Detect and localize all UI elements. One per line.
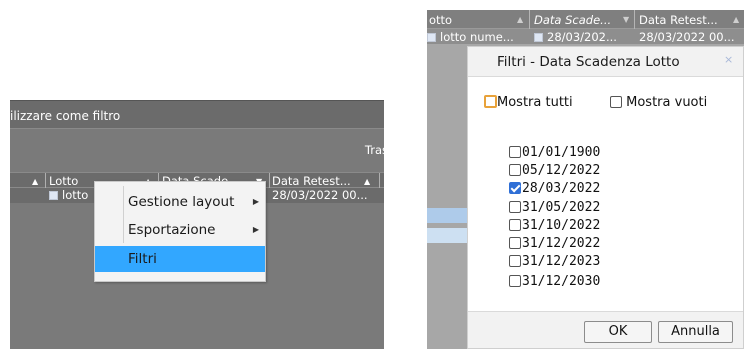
cell-data-scadenza-text: 28/03/202...	[547, 30, 617, 44]
dialog-title: Filtri - Data Scadenza Lotto	[497, 54, 680, 70]
column-header-lotto[interactable]: otto	[429, 13, 452, 27]
sort-asc-icon[interactable]: ▲	[733, 15, 739, 24]
sort-asc-icon[interactable]: ▲	[32, 175, 38, 189]
column-separator[interactable]	[634, 10, 635, 29]
cell-lotto-text: lotto	[62, 188, 89, 202]
column-header-lotto[interactable]: Lotto	[49, 174, 78, 188]
date-label: 01/01/1900	[522, 145, 601, 160]
date-label: 31/10/2022	[522, 218, 601, 233]
column-header-data-retest[interactable]: Data Retest...	[272, 174, 351, 188]
checkbox-icon[interactable]	[509, 201, 521, 213]
column-separator[interactable]	[269, 173, 270, 189]
show-empty-label: Mostra vuoti	[626, 95, 708, 110]
checkbox-icon[interactable]	[509, 275, 521, 287]
row-stripe	[427, 228, 467, 243]
checkbox-icon[interactable]	[509, 219, 521, 231]
dialog-titlebar[interactable]: Filtri - Data Scadenza Lotto ×	[468, 47, 743, 77]
date-label: 31/12/2030	[522, 274, 601, 289]
show-all-label: Mostra tutti	[497, 95, 573, 110]
date-label: 28/03/2022	[522, 181, 601, 196]
cell-lotto: lotto	[49, 188, 88, 203]
screenshot-stage: ilizzare come filtro Tras ▲ Lotto ▲ Data…	[0, 0, 744, 349]
grid-header: otto ▲ Data Scade... ▼ Data Retest... ▲	[427, 10, 744, 29]
column-header-data-scadenza[interactable]: Data Scade...	[534, 13, 611, 27]
menu-item-label: Filtri	[128, 251, 157, 267]
expand-icon[interactable]	[49, 191, 58, 200]
cancel-button[interactable]: Annulla	[658, 321, 733, 343]
show-all-checkbox[interactable]: Mostra tutti	[484, 95, 573, 110]
cell-data-retest: 28/03/2022 00...	[272, 188, 368, 202]
checkbox-icon[interactable]	[509, 255, 521, 267]
close-icon[interactable]: ×	[724, 53, 733, 66]
date-filter-item[interactable]: 28/03/2022	[509, 180, 600, 198]
expand-icon[interactable]	[427, 33, 436, 42]
date-label: 31/12/2022	[522, 236, 601, 251]
show-empty-checkbox[interactable]: Mostra vuoti	[610, 95, 707, 110]
sort-asc-icon[interactable]: ▲	[364, 175, 370, 189]
checkbox-icon[interactable]	[509, 164, 521, 176]
ok-button[interactable]: OK	[584, 321, 652, 343]
menu-item-filtri[interactable]: Filtri	[95, 246, 265, 272]
filter-dialog: Filtri - Data Scadenza Lotto × Mostra tu…	[467, 46, 744, 349]
date-filter-item[interactable]: 01/01/1900	[509, 144, 600, 162]
menu-item-label: Gestione layout	[128, 194, 235, 210]
column-header-data-retest[interactable]: Data Retest...	[639, 13, 718, 27]
date-label: 31/05/2022	[522, 200, 601, 215]
date-label: 05/12/2022	[522, 163, 601, 178]
menu-item-esportazione[interactable]: Esportazione ▶	[95, 217, 265, 243]
sort-asc-icon[interactable]: ▲	[517, 15, 523, 24]
dialog-footer: OK Annulla	[468, 311, 743, 348]
row-stripe	[427, 208, 467, 223]
cell-data-scadenza: 28/03/202...	[534, 30, 617, 44]
submenu-arrow-icon: ▶	[252, 225, 259, 234]
column-separator[interactable]	[379, 173, 380, 189]
cell-data-retest: 28/03/2022 00...	[639, 30, 735, 44]
checkbox-checked-icon[interactable]	[509, 182, 521, 194]
menu-item-label: Esportazione	[128, 222, 216, 238]
column-separator[interactable]	[529, 10, 530, 29]
date-filter-item[interactable]: 05/12/2022	[509, 162, 600, 180]
checkbox-icon[interactable]	[610, 96, 622, 108]
column-separator[interactable]	[45, 173, 46, 189]
sort-desc-icon[interactable]: ▼	[623, 15, 629, 24]
date-filter-item[interactable]: 31/10/2022	[509, 217, 600, 235]
date-filter-item[interactable]: 31/12/2030	[509, 273, 600, 291]
cell-lotto: lotto nume...	[427, 30, 514, 44]
expand-icon[interactable]	[534, 33, 543, 42]
checkbox-icon[interactable]	[484, 95, 497, 108]
date-label: 31/12/2023	[522, 254, 601, 269]
filter-hint-text: ilizzare come filtro	[10, 109, 121, 123]
submenu-arrow-icon: ▶	[252, 197, 259, 206]
date-filter-item[interactable]: 31/12/2022	[509, 235, 600, 253]
checkbox-icon[interactable]	[509, 237, 521, 249]
context-menu: Gestione layout ▶ Esportazione ▶ Filtri	[94, 181, 266, 282]
date-filter-item[interactable]: 31/12/2023	[509, 253, 600, 271]
cell-lotto-text: lotto nume...	[440, 30, 514, 44]
trash-label[interactable]: Tras	[365, 143, 384, 157]
menu-item-gestione-layout[interactable]: Gestione layout ▶	[95, 189, 265, 215]
grid-toolbar: ilizzare come filtro	[10, 100, 384, 129]
checkbox-icon[interactable]	[509, 146, 521, 158]
date-filter-item[interactable]: 31/05/2022	[509, 199, 600, 217]
table-row[interactable]: lotto nume... 28/03/202... 28/03/2022 00…	[427, 29, 744, 44]
